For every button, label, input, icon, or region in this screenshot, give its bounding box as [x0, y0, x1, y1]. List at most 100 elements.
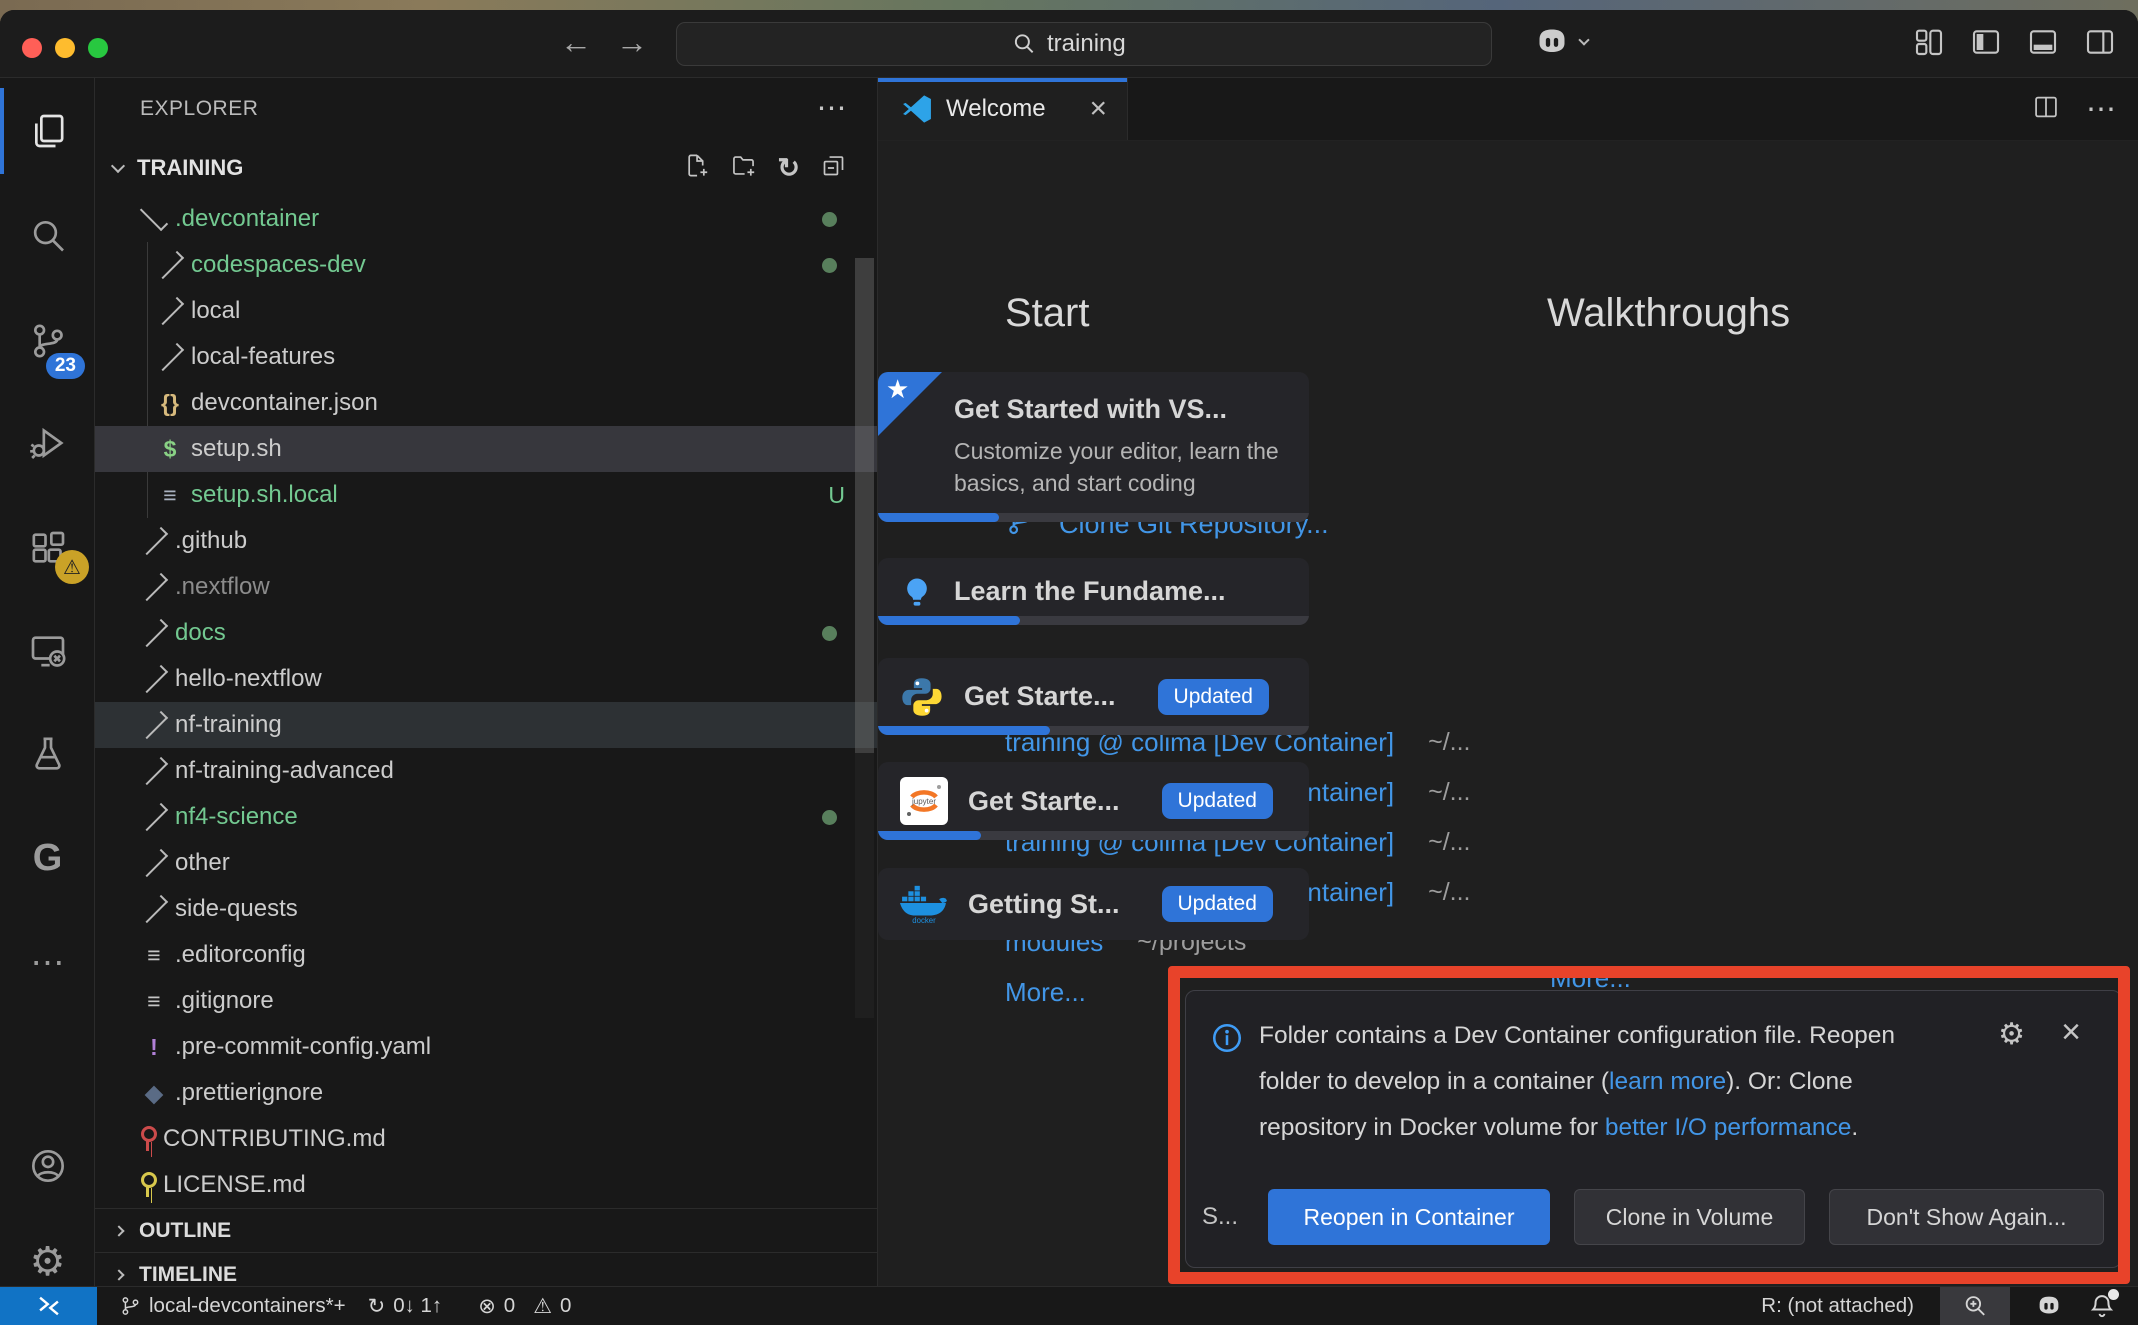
- python-icon: [900, 675, 944, 719]
- notifications-bell[interactable]: [2088, 1292, 2116, 1320]
- outline-section-header[interactable]: OUTLINE: [95, 1208, 877, 1252]
- tree-item[interactable]: local-features: [95, 334, 877, 380]
- tree-item-icon: [140, 527, 168, 555]
- walkthrough-card-fundamentals[interactable]: Learn the Fundame...: [878, 558, 1309, 625]
- git-modified-dot: [822, 212, 837, 227]
- tree-item-icon: $: [155, 438, 185, 461]
- branch-status[interactable]: local-devcontainers*+: [119, 1294, 346, 1318]
- minimize-window-button[interactable]: [55, 38, 75, 58]
- sidebar-item-testing[interactable]: [0, 711, 95, 795]
- outline-label: OUTLINE: [139, 1219, 231, 1243]
- copilot-status-icon[interactable]: [2034, 1291, 2064, 1321]
- activity-bar-more-icon[interactable]: ⋯: [0, 921, 95, 1005]
- back-button[interactable]: ←: [556, 24, 596, 61]
- account-icon[interactable]: [0, 1124, 95, 1208]
- tree-item[interactable]: local: [95, 288, 877, 334]
- workspace-section-header[interactable]: TRAINING ↻: [95, 140, 877, 196]
- tree-item[interactable]: ≡ .editorconfig: [95, 932, 877, 978]
- walkthrough-card-docker[interactable]: docker Getting St... Updated: [878, 868, 1309, 940]
- tree-item[interactable]: side-quests: [95, 886, 877, 932]
- reopen-in-container-button[interactable]: Reopen in Container: [1268, 1189, 1550, 1245]
- sync-status[interactable]: ↻ 0↓ 1↑: [368, 1294, 443, 1318]
- timeline-section-header[interactable]: TIMELINE: [95, 1252, 877, 1286]
- new-file-icon[interactable]: [683, 152, 710, 185]
- sidebar-item-source-control[interactable]: 23: [0, 299, 95, 383]
- tree-item[interactable]: hello-nextflow: [95, 656, 877, 702]
- tree-item[interactable]: ◆ .prettierignore: [95, 1070, 877, 1116]
- refresh-icon[interactable]: ↻: [777, 153, 800, 184]
- tree-item[interactable]: docs: [95, 610, 877, 656]
- dont-show-again-button[interactable]: Don't Show Again...: [1829, 1189, 2104, 1245]
- toggle-secondary-sidebar-icon[interactable]: [2084, 26, 2116, 58]
- tab-label: Welcome: [946, 95, 1046, 123]
- customize-layout-icon[interactable]: [1913, 26, 1945, 58]
- tree-item-label: .devcontainer: [175, 205, 319, 233]
- tree-item[interactable]: LICENSE.md: [95, 1162, 877, 1208]
- notification-link[interactable]: learn more: [1609, 1068, 1726, 1095]
- sidebar-item-remote-explorer[interactable]: [0, 609, 95, 693]
- sidebar-item-run-debug[interactable]: [0, 401, 95, 485]
- branch-name: local-devcontainers*+: [149, 1294, 346, 1318]
- toggle-panel-icon[interactable]: [2027, 26, 2059, 58]
- tree-item[interactable]: ≡ setup.sh.local U: [95, 472, 877, 518]
- copilot-menu[interactable]: [1532, 22, 1588, 62]
- maximize-window-button[interactable]: [88, 38, 108, 58]
- titlebar: ← →: [0, 10, 2138, 78]
- search-input[interactable]: [1047, 30, 1157, 58]
- walkthrough-card-jupyter[interactable]: jupyter Get Starte... Updated: [878, 762, 1309, 840]
- jupyter-icon: jupyter: [900, 777, 948, 825]
- collapse-all-icon[interactable]: [820, 152, 847, 185]
- sidebar-item-search[interactable]: [0, 194, 95, 278]
- close-window-button[interactable]: [22, 38, 42, 58]
- command-center-search[interactable]: [676, 22, 1492, 66]
- toggle-primary-sidebar-icon[interactable]: [1970, 26, 2002, 58]
- sidebar-item-explorer[interactable]: [0, 89, 95, 173]
- walkthrough-card-get-started[interactable]: ★ Get Started with VS... Customize your …: [878, 372, 1309, 522]
- tree-item[interactable]: nf4-science: [95, 794, 877, 840]
- zoom-in-icon: [1962, 1293, 1988, 1319]
- new-folder-icon[interactable]: [730, 152, 757, 185]
- tree-item-icon: [140, 665, 168, 693]
- notification-settings-icon[interactable]: ⚙: [1998, 1017, 2025, 1052]
- tree-item[interactable]: .nextflow: [95, 564, 877, 610]
- tree-item[interactable]: .github: [95, 518, 877, 564]
- walkthrough-card-python[interactable]: Get Starte... Updated: [878, 658, 1309, 735]
- tree-item-icon: [140, 619, 168, 647]
- tree-item[interactable]: nf-training: [95, 702, 877, 748]
- clone-in-volume-button[interactable]: Clone in Volume: [1574, 1189, 1805, 1245]
- tree-item[interactable]: {} devcontainer.json: [95, 380, 877, 426]
- warning-icon: ⚠: [533, 1296, 552, 1317]
- split-editor-icon[interactable]: [2032, 93, 2060, 126]
- chevron-down-icon: [111, 158, 125, 172]
- tree-item[interactable]: $ setup.sh: [95, 426, 877, 472]
- tree-item-label: side-quests: [175, 895, 298, 923]
- sidebar-item-extensions[interactable]: ⚠: [0, 506, 95, 590]
- walkthrough-progress: [878, 726, 1309, 735]
- tree-item-icon: [140, 573, 168, 601]
- problems-status[interactable]: ⊗ 0 ⚠ 0: [478, 1294, 571, 1318]
- sidebar-item-gitlens[interactable]: G: [0, 816, 95, 900]
- zoom-indicator[interactable]: [1940, 1287, 2010, 1325]
- tree-item-label: .pre-commit-config.yaml: [175, 1033, 431, 1061]
- tree-item[interactable]: other: [95, 840, 877, 886]
- tree-item[interactable]: CONTRIBUTING.md: [95, 1116, 877, 1162]
- notification-close-icon[interactable]: ×: [2061, 1013, 2081, 1052]
- tree-item-label: .github: [175, 527, 247, 555]
- remote-indicator[interactable]: [0, 1287, 97, 1325]
- tree-item[interactable]: .devcontainer: [95, 196, 877, 242]
- tree-item[interactable]: ! .pre-commit-config.yaml: [95, 1024, 877, 1070]
- extensions-warning-badge: ⚠: [55, 550, 89, 584]
- notification-link[interactable]: better I/O performance: [1605, 1114, 1851, 1141]
- tree-item[interactable]: nf-training-advanced: [95, 748, 877, 794]
- r-session-status[interactable]: R: (not attached): [1761, 1294, 1914, 1318]
- tree-item-icon: [139, 1172, 157, 1198]
- tab-welcome[interactable]: Welcome ×: [878, 78, 1128, 140]
- recent-more-link[interactable]: More...: [1005, 977, 1086, 1008]
- tree-item[interactable]: ≡ .gitignore: [95, 978, 877, 1024]
- tree-item[interactable]: codespaces-dev: [95, 242, 877, 288]
- forward-button[interactable]: →: [612, 24, 652, 61]
- sidebar-scrollbar[interactable]: [855, 258, 874, 753]
- card-title: Get Starte...: [964, 681, 1116, 712]
- tree-item-label: .editorconfig: [175, 941, 306, 969]
- close-tab-icon[interactable]: ×: [1089, 94, 1107, 124]
